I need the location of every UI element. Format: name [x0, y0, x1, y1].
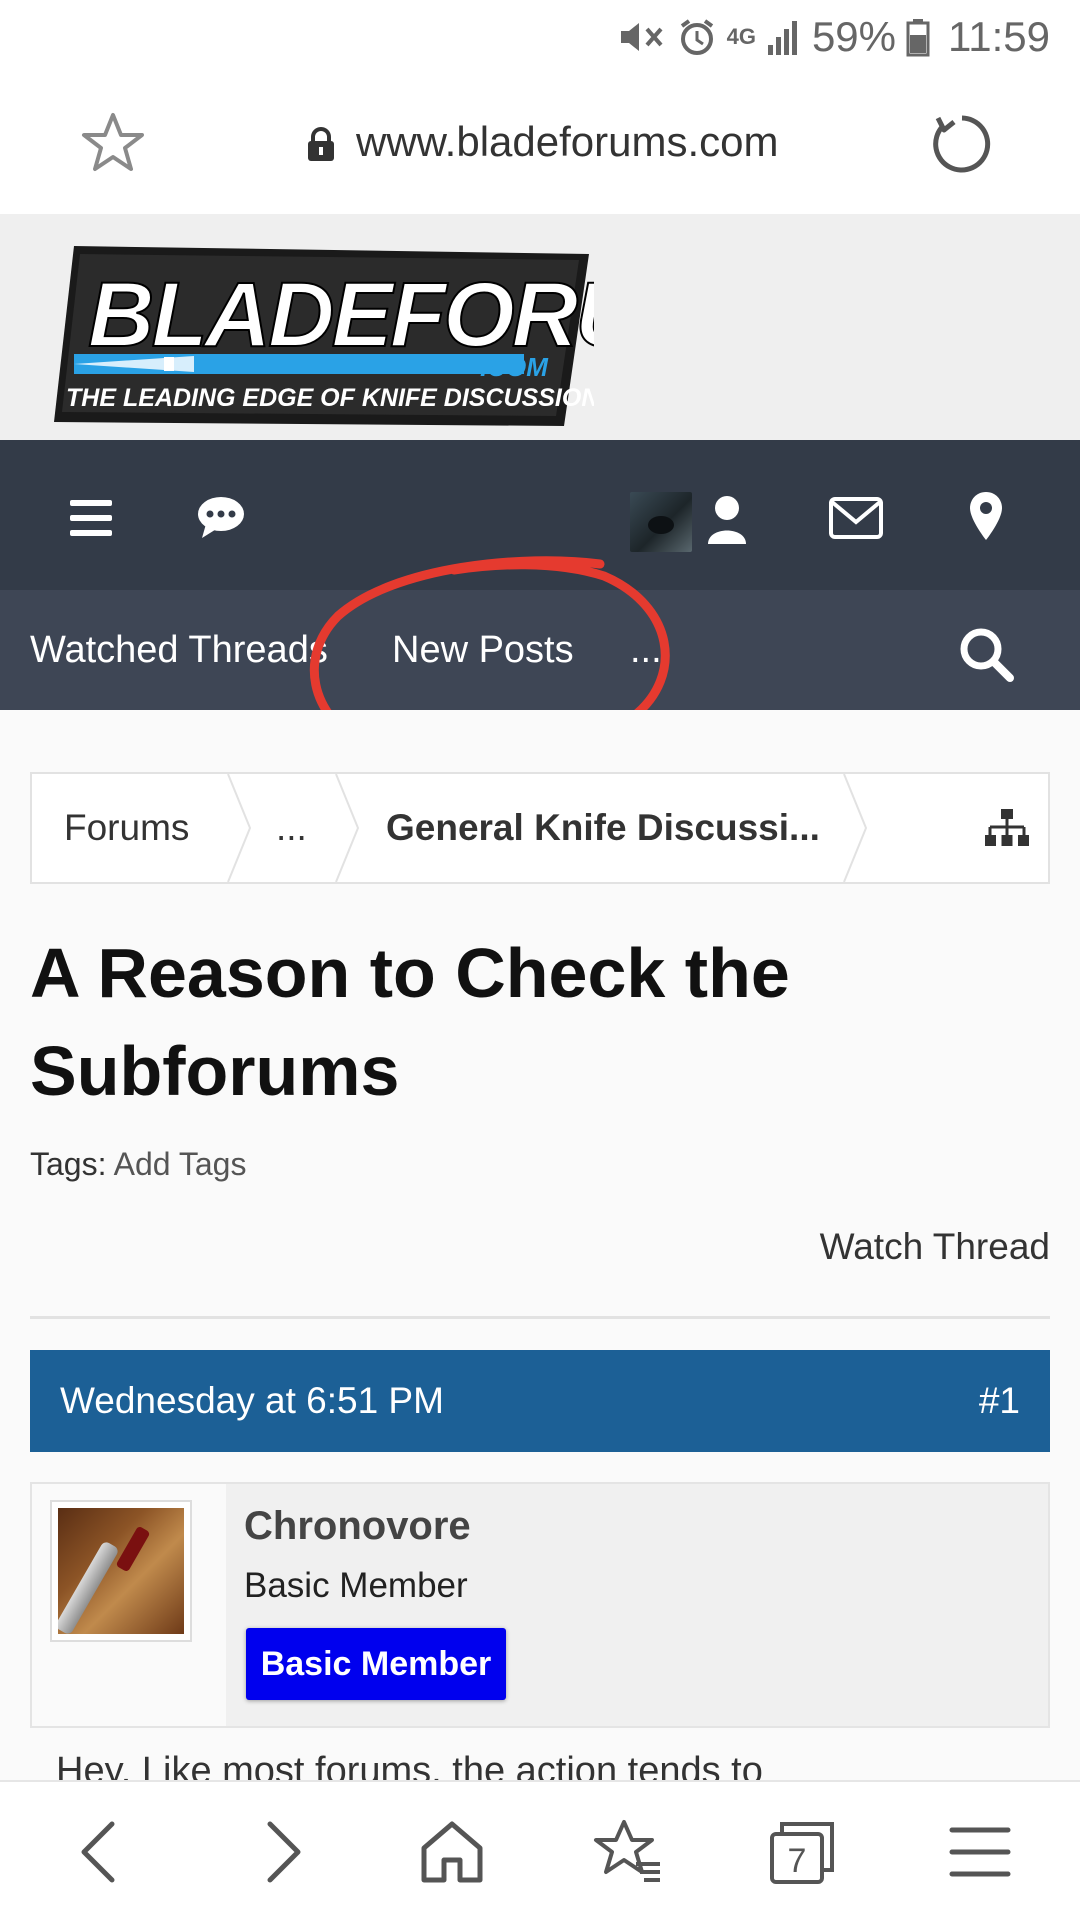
site-header: BLADEFORUMS .COM THE LEADING EDGE OF KNI…: [0, 214, 1080, 440]
post-date[interactable]: Wednesday at 6:51 PM: [60, 1350, 444, 1452]
breadcrumb-separator-icon: [335, 774, 360, 882]
tags-row: Tags: Add Tags: [30, 1146, 246, 1183]
user-badge: Basic Member: [246, 1628, 506, 1700]
chat-bubble-icon[interactable]: [196, 494, 246, 540]
lock-icon: [308, 127, 334, 161]
forward-icon[interactable]: [244, 1816, 316, 1888]
browser-menu-icon[interactable]: [944, 1816, 1016, 1888]
nav-new-posts[interactable]: New Posts: [392, 590, 574, 710]
status-bar: 4G 59% 11:59: [0, 0, 1080, 74]
breadcrumb-forums[interactable]: Forums: [64, 774, 189, 882]
tabs-count: 7: [788, 1842, 807, 1880]
tabs-icon[interactable]: 7: [766, 1816, 838, 1888]
alarm-icon: [680, 19, 713, 55]
sitemap-icon[interactable]: [984, 808, 1030, 848]
nav-watched-threads[interactable]: Watched Threads: [30, 590, 330, 710]
svg-text:THE LEADING EDGE OF KNIFE DISC: THE LEADING EDGE OF KNIFE DISCUSSION: [66, 384, 594, 412]
nav-more[interactable]: ...: [630, 590, 662, 710]
user-avatar[interactable]: [50, 1500, 192, 1642]
battery-icon: [906, 19, 930, 57]
network-type: 4G: [726, 24, 756, 49]
username[interactable]: Chronovore: [244, 1504, 471, 1549]
battery-percent: 59%: [811, 13, 896, 60]
user-avatar-thumb[interactable]: [630, 492, 692, 552]
main-content: Forums ... General Knife Discussi... A R…: [0, 710, 1080, 1780]
post-number[interactable]: #1: [979, 1350, 1020, 1452]
watch-thread-link[interactable]: Watch Thread: [820, 1226, 1050, 1268]
browser-url-bar: www.bladeforums.com: [0, 74, 1080, 214]
bookmark-star-icon[interactable]: [80, 110, 146, 176]
home-icon[interactable]: [416, 1816, 488, 1888]
status-icons: 4G 59% 11:59: [617, 10, 1050, 64]
back-icon[interactable]: [66, 1816, 138, 1888]
breadcrumb: Forums ... General Knife Discussi...: [30, 772, 1050, 884]
post-user-info: Chronovore Basic Member Basic Member: [30, 1482, 1050, 1728]
location-pin-icon[interactable]: [968, 490, 1004, 542]
primary-nav: [0, 440, 1080, 590]
user-title: Basic Member: [244, 1566, 468, 1605]
url-text[interactable]: www.bladeforums.com: [356, 118, 778, 166]
bladeforums-logo[interactable]: BLADEFORUMS .COM THE LEADING EDGE OF KNI…: [44, 226, 594, 436]
reload-icon[interactable]: [928, 110, 996, 178]
divider: [30, 1316, 1050, 1319]
mute-icon: [620, 23, 663, 51]
svg-text:.COM: .COM: [480, 352, 549, 382]
breadcrumb-separator-icon: [843, 774, 868, 882]
post-header: Wednesday at 6:51 PM #1: [30, 1350, 1050, 1452]
search-icon[interactable]: [958, 626, 1014, 682]
user-icon[interactable]: [706, 494, 748, 546]
mail-icon[interactable]: [828, 496, 884, 540]
tags-label: Tags:: [30, 1146, 107, 1182]
thread-title: A Reason to Check the Subforums: [30, 934, 790, 1110]
clock: 11:59: [948, 13, 1050, 60]
post-body: Hey. Like most forums, the action tends …: [56, 1750, 763, 1780]
secondary-nav: Watched Threads New Posts ...: [0, 590, 1080, 710]
browser-bottom-toolbar: 7: [0, 1780, 1080, 1920]
breadcrumb-general-knife[interactable]: General Knife Discussi...: [386, 774, 820, 882]
svg-text:BLADEFORUMS: BLADEFORUMS: [88, 264, 594, 366]
breadcrumb-ellipsis[interactable]: ...: [276, 774, 307, 882]
user-avatar-column: [32, 1484, 226, 1726]
add-tags-link[interactable]: Add Tags: [114, 1146, 247, 1182]
bookmarks-icon[interactable]: [592, 1816, 664, 1888]
signal-icon: [767, 21, 797, 55]
menu-hamburger-icon[interactable]: [68, 498, 114, 538]
breadcrumb-separator-icon: [227, 774, 252, 882]
